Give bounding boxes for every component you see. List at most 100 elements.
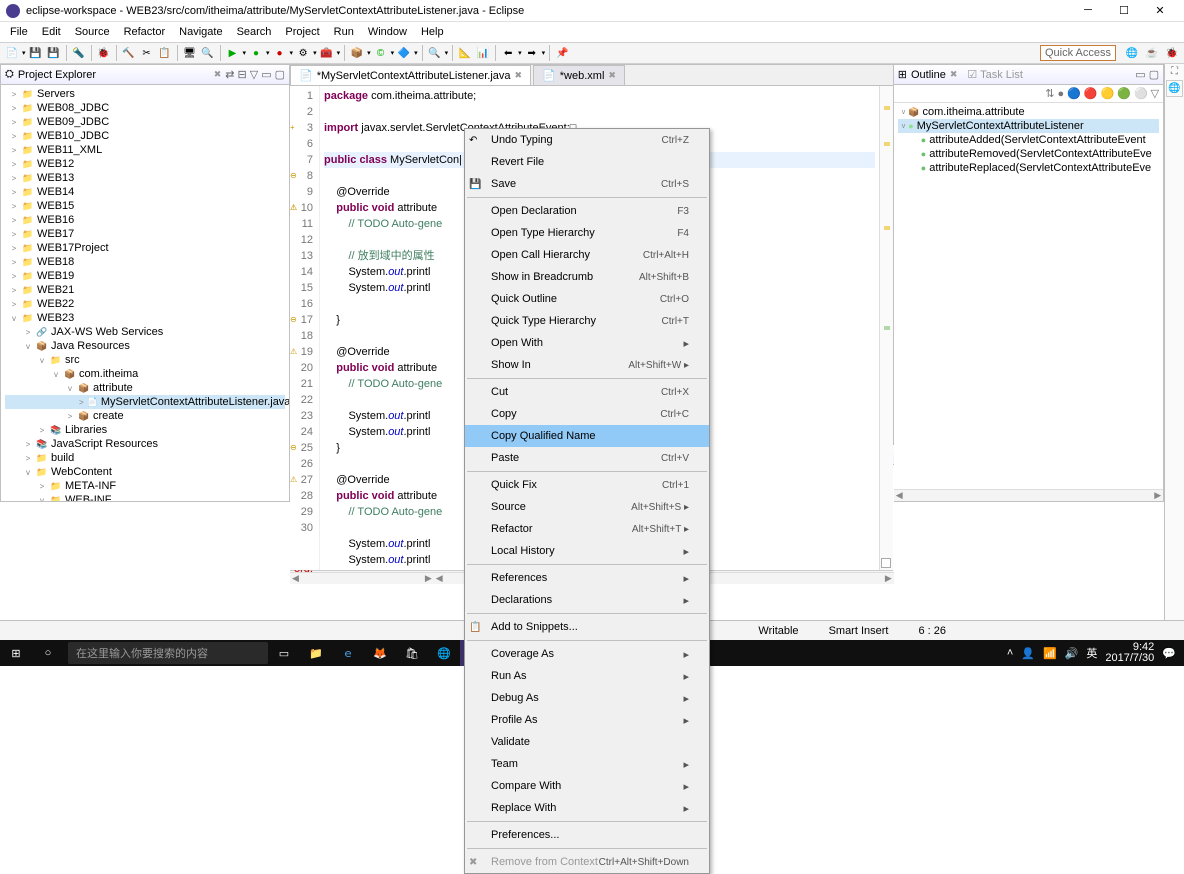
ctx-paste[interactable]: PasteCtrl+V [465, 447, 709, 469]
hide-icon[interactable]: ● [1057, 88, 1064, 100]
ctx-local-history[interactable]: Local History▸ [465, 540, 709, 562]
ctx-run-as[interactable]: Run As▸ [465, 665, 709, 687]
debug2-icon[interactable]: ● [272, 45, 288, 61]
wand-icon[interactable]: 🔦 [71, 45, 87, 61]
a-icon[interactable]: 📐 [457, 45, 473, 61]
tree-item[interactable]: >📁META-INF [5, 479, 285, 493]
tree-item[interactable]: >📚JavaScript Resources [5, 437, 285, 451]
ctx-open-call-hierarchy[interactable]: Open Call HierarchyCtrl+Alt+H [465, 244, 709, 266]
ctx-undo-typing[interactable]: ↶Undo TypingCtrl+Z [465, 129, 709, 151]
tray-ime-icon[interactable]: 英 [1086, 645, 1097, 661]
run-icon[interactable]: ● [248, 45, 264, 61]
tray-vol-icon[interactable]: 🔊 [1065, 647, 1079, 660]
paste-icon[interactable]: 📋 [157, 45, 173, 61]
outline-item[interactable]: ●attributeRemoved(ServletContextAttribut… [898, 147, 1159, 161]
tree-item[interactable]: >📁WEB15 [5, 199, 285, 213]
tree-item[interactable]: >📁WEB10_JDBC [5, 129, 285, 143]
tree-item[interactable]: >📁WEB11_XML [5, 143, 285, 157]
ctx-source[interactable]: SourceAlt+Shift+S ▸ [465, 496, 709, 518]
tree-item[interactable]: >🔗JAX-WS Web Services [5, 325, 285, 339]
tray-clock[interactable]: 9:42 2017/7/30 [1105, 642, 1154, 664]
search-icon[interactable]: 🔍 [427, 45, 443, 61]
tray-notif-icon[interactable]: 💬 [1162, 647, 1176, 660]
ctx-show-in[interactable]: Show InAlt+Shift+W ▸ [465, 354, 709, 376]
minimize-button[interactable]: ─ [1076, 4, 1100, 17]
filter-icon[interactable]: 🔍 [200, 45, 216, 61]
tree-item[interactable]: >📁Servers [5, 87, 285, 101]
cortana-icon[interactable]: ○ [32, 640, 64, 666]
ctx-refactor[interactable]: RefactorAlt+Shift+T ▸ [465, 518, 709, 540]
ctx-declarations[interactable]: Declarations▸ [465, 589, 709, 611]
editor-tab[interactable]: 📄*web.xml✖ [533, 65, 625, 85]
tree-item[interactable]: >📄MyServletContextAttributeListener.java [5, 395, 285, 409]
minimap[interactable]: ⛶ 🌐 [1164, 64, 1184, 664]
tree-item[interactable]: >📁WEB12 [5, 157, 285, 171]
server-icon[interactable]: 🖥 [182, 45, 198, 61]
outline-item[interactable]: ●attributeAdded(ServletContextAttributeE… [898, 133, 1159, 147]
menu-source[interactable]: Source [69, 26, 116, 38]
ctx-references[interactable]: References▸ [465, 567, 709, 589]
taskview-icon[interactable]: ▭ [268, 640, 300, 666]
sort-icon[interactable]: ⇅ [1045, 87, 1054, 100]
f2-icon[interactable]: 🔴 [1084, 87, 1098, 100]
ctx-quick-fix[interactable]: Quick FixCtrl+1 [465, 474, 709, 496]
viewmenu-icon[interactable]: ▽ [250, 68, 258, 81]
tree-item[interactable]: v📁WEB-INF [5, 493, 285, 501]
tree-item[interactable]: >📁WEB08_JDBC [5, 101, 285, 115]
tree-item[interactable]: v📦Java Resources [5, 339, 285, 353]
editor-tab[interactable]: 📄*MyServletContextAttributeListener.java… [290, 65, 531, 85]
menu-file[interactable]: File [4, 26, 34, 38]
ctx-debug-as[interactable]: Debug As▸ [465, 687, 709, 709]
newif-icon[interactable]: 🔷 [396, 45, 412, 61]
save-icon[interactable]: 💾 [28, 45, 44, 61]
ctx-quick-type-hierarchy[interactable]: Quick Type HierarchyCtrl+T [465, 310, 709, 332]
tree-item[interactable]: >📁WEB09_JDBC [5, 115, 285, 129]
outline-item[interactable]: v●MyServletContextAttributeListener [898, 119, 1159, 133]
menu-project[interactable]: Project [279, 26, 325, 38]
ctx-revert-file[interactable]: Revert File [465, 151, 709, 173]
quick-access[interactable]: Quick Access [1040, 45, 1116, 61]
linkwith-icon[interactable]: ⇄ [225, 68, 234, 81]
tree-item[interactable]: >📁WEB14 [5, 185, 285, 199]
maximize-button[interactable]: ☐ [1112, 4, 1136, 17]
ctx-compare-with[interactable]: Compare With▸ [465, 775, 709, 797]
min-icon[interactable]: ▭ [261, 68, 271, 81]
ctx-open-type-hierarchy[interactable]: Open Type HierarchyF4 [465, 222, 709, 244]
min3-icon[interactable]: ▭ [1135, 68, 1145, 81]
tree-item[interactable]: >📁build [5, 451, 285, 465]
ctx-remove-from-context[interactable]: ✖Remove from ContextCtrl+Alt+Shift+Down [465, 851, 709, 873]
build-icon[interactable]: 🔨 [121, 45, 137, 61]
ctx-preferences-[interactable]: Preferences... [465, 824, 709, 846]
ctx-show-in-breadcrumb[interactable]: Show in BreadcrumbAlt+Shift+B [465, 266, 709, 288]
tree-item[interactable]: >📁WEB21 [5, 283, 285, 297]
omenu-icon[interactable]: ▽ [1151, 87, 1159, 100]
pe-x-icon[interactable]: ✖ [214, 69, 222, 80]
chrome-icon[interactable]: 🌐 [428, 640, 460, 666]
f3-icon[interactable]: 🟡 [1101, 87, 1115, 100]
pin-icon[interactable]: 📌 [554, 45, 570, 61]
tree-item[interactable]: >📁WEB19 [5, 269, 285, 283]
menu-help[interactable]: Help [415, 26, 450, 38]
overview-ruler[interactable] [879, 86, 893, 570]
menu-refactor[interactable]: Refactor [118, 26, 172, 38]
store-icon[interactable]: 🛍 [396, 640, 428, 666]
ctx-replace-with[interactable]: Replace With▸ [465, 797, 709, 819]
menu-window[interactable]: Window [362, 26, 413, 38]
ctx-quick-outline[interactable]: Quick OutlineCtrl+O [465, 288, 709, 310]
outline-item[interactable]: v📦com.itheima.attribute [898, 105, 1159, 119]
ctx-coverage-as[interactable]: Coverage As▸ [465, 643, 709, 665]
saveall-icon[interactable]: 💾 [46, 45, 62, 61]
tree-item[interactable]: >📁WEB18 [5, 255, 285, 269]
back-icon[interactable]: ⬅ [500, 45, 516, 61]
max3-icon[interactable]: ▢ [1149, 68, 1159, 81]
tree-item[interactable]: v📁src [5, 353, 285, 367]
menu-navigate[interactable]: Navigate [173, 26, 228, 38]
start-button[interactable]: ⊞ [0, 640, 32, 666]
tree-item[interactable]: v📁WEB23 [5, 311, 285, 325]
edge-icon[interactable]: ｅ [332, 640, 364, 666]
tree-item[interactable]: >📁WEB13 [5, 171, 285, 185]
tray-people-icon[interactable]: 👤 [1021, 647, 1035, 660]
close-button[interactable]: ✕ [1148, 4, 1172, 17]
cut-icon[interactable]: ✂ [139, 45, 155, 61]
external-icon[interactable]: 🧰 [319, 45, 335, 61]
